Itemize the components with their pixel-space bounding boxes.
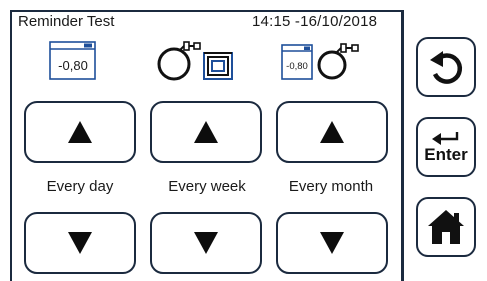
- meter-fiber-icon: -0,80: [281, 43, 359, 80]
- frame-divider: [401, 10, 404, 281]
- every-week-up-button[interactable]: [150, 101, 262, 163]
- back-arrow-icon: [430, 51, 463, 84]
- enter-label: Enter: [424, 145, 468, 164]
- arrow-down-icon: [68, 232, 92, 254]
- fiber-spool-icon: [157, 41, 233, 81]
- meter-reading: -0,80: [286, 61, 308, 72]
- arrow-up-icon: [194, 121, 218, 143]
- every-day-up-button[interactable]: [24, 101, 136, 163]
- meter-display-icon: -0,80: [49, 41, 96, 80]
- every-week-down-button[interactable]: [150, 212, 262, 274]
- arrow-up-icon: [320, 121, 344, 143]
- arrow-down-icon: [320, 232, 344, 254]
- every-month-down-button[interactable]: [276, 212, 388, 274]
- back-button[interactable]: [416, 37, 476, 97]
- date-time: 14:15 -16/10/2018: [252, 13, 378, 30]
- enter-return-icon: [432, 132, 459, 145]
- frame-left-border: [10, 10, 12, 281]
- every-day-label: Every day: [46, 178, 114, 195]
- arrow-down-icon: [194, 232, 218, 254]
- arrow-up-icon: [68, 121, 92, 143]
- every-month-label: Every month: [288, 178, 374, 195]
- meter-reading: -0,80: [58, 58, 88, 73]
- home-button[interactable]: [416, 197, 476, 257]
- every-month-up-button[interactable]: [276, 101, 388, 163]
- every-day-down-button[interactable]: [24, 212, 136, 274]
- enter-button[interactable]: Enter: [416, 117, 476, 177]
- home-icon: [428, 210, 464, 244]
- every-week-label: Every week: [168, 178, 246, 195]
- page-title: Reminder Test: [18, 13, 115, 30]
